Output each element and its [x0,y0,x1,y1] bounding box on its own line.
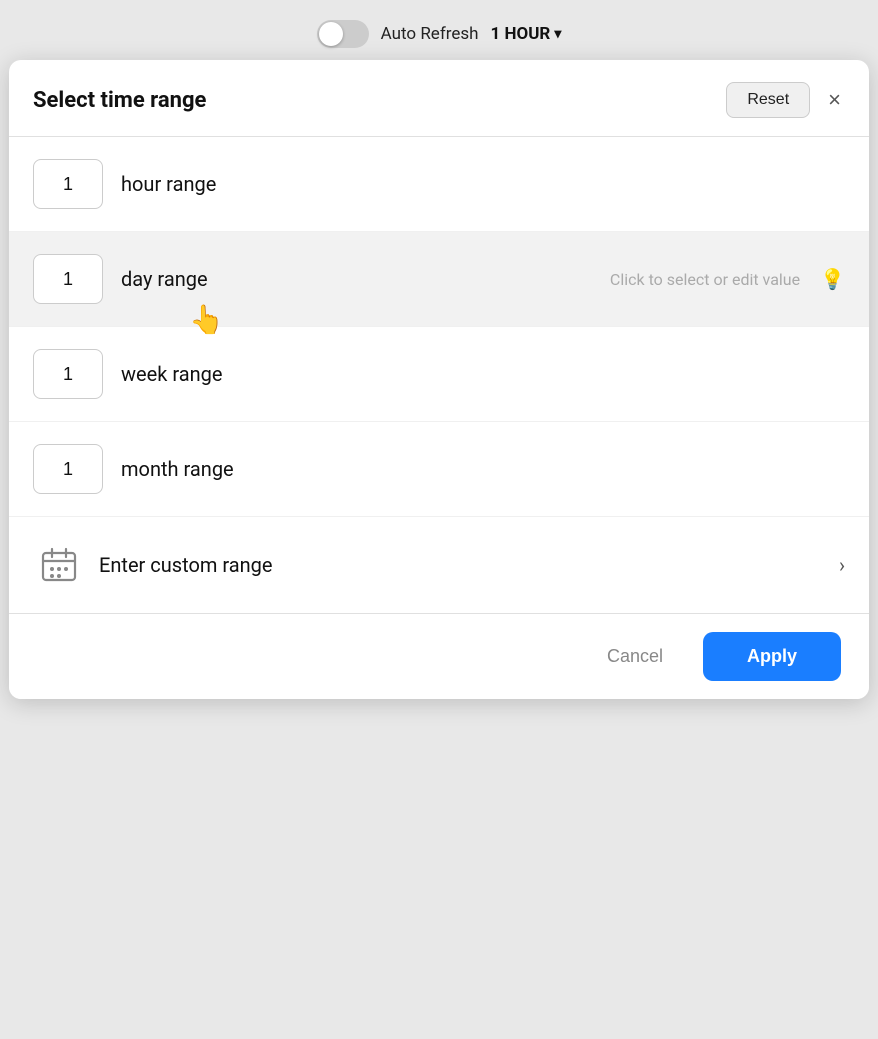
time-range-modal: Select time range Reset × hour range day… [9,60,869,699]
day-range-input[interactable] [33,254,103,304]
toggle-knob [319,22,343,46]
hour-range-input[interactable] [33,159,103,209]
week-range-label: week range [121,362,222,386]
calendar-icon [33,539,85,591]
day-range-label: day range [121,267,208,291]
cancel-button[interactable]: Cancel [587,636,683,677]
auto-refresh-label: Auto Refresh [381,24,479,44]
hour-dropdown[interactable]: 1 HOUR ▾ [491,24,562,44]
reset-button[interactable]: Reset [726,82,810,118]
month-range-input[interactable] [33,444,103,494]
auto-refresh-toggle[interactable] [317,20,369,48]
chevron-right-icon: › [839,553,845,577]
close-button[interactable]: × [824,83,845,117]
modal-footer: Cancel Apply [9,613,869,699]
week-range-input[interactable] [33,349,103,399]
day-range-row[interactable]: day range Click to select or edit value … [9,232,869,327]
hour-label: 1 HOUR [491,24,551,44]
day-range-hint: Click to select or edit value [610,270,800,289]
modal-body: hour range day range Click to select or … [9,137,869,613]
modal-header: Select time range Reset × [9,60,869,137]
chevron-down-icon: ▾ [554,26,561,42]
custom-range-row[interactable]: Enter custom range › [9,516,869,613]
custom-range-label: Enter custom range [99,553,273,577]
lightbulb-icon: 💡 [820,267,845,291]
modal-title: Select time range [33,88,206,113]
month-range-label: month range [121,457,234,481]
week-range-row[interactable]: week range [9,327,869,422]
apply-button[interactable]: Apply [703,632,841,681]
hour-range-row[interactable]: hour range [9,137,869,232]
header-actions: Reset × [726,82,845,118]
top-bar: Auto Refresh 1 HOUR ▾ [317,20,562,48]
toggle-switch[interactable] [317,20,369,48]
month-range-row[interactable]: month range [9,422,869,516]
hour-range-label: hour range [121,172,216,196]
